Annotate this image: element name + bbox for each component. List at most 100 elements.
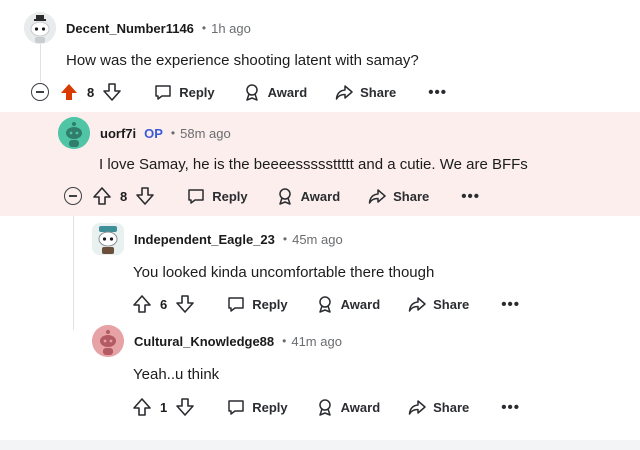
award-icon bbox=[318, 399, 331, 416]
more-options-button[interactable]: ••• bbox=[461, 188, 480, 205]
award-button[interactable]: Award bbox=[276, 187, 341, 205]
upvote-button[interactable] bbox=[59, 82, 79, 102]
avatar[interactable] bbox=[24, 12, 56, 44]
reply-icon bbox=[155, 85, 171, 100]
vote-score: 1 bbox=[160, 399, 168, 415]
upvote-icon bbox=[133, 398, 151, 416]
downvote-button[interactable] bbox=[175, 294, 195, 314]
comment-header: Cultural_Knowledge88 • 41m ago bbox=[92, 325, 342, 357]
avatar[interactable] bbox=[58, 117, 90, 149]
reply-label: Reply bbox=[252, 399, 288, 415]
username[interactable]: Independent_Eagle_23 bbox=[134, 232, 275, 247]
share-button[interactable]: Share bbox=[368, 187, 429, 205]
share-icon bbox=[408, 297, 426, 312]
separator-dot: • bbox=[170, 126, 176, 140]
upvote-button[interactable] bbox=[92, 186, 112, 206]
reply-button[interactable]: Reply bbox=[227, 398, 288, 416]
reply-button[interactable]: Reply bbox=[187, 187, 248, 205]
upvote-filled-icon bbox=[61, 84, 77, 100]
snoo-avatar-icon bbox=[92, 223, 124, 255]
page-bottom-edge bbox=[0, 440, 640, 450]
avatar[interactable] bbox=[92, 223, 124, 255]
downvote-button[interactable] bbox=[175, 397, 195, 417]
more-options-button[interactable]: ••• bbox=[501, 399, 520, 416]
snoo-avatar-icon bbox=[24, 12, 56, 44]
avatar[interactable] bbox=[92, 325, 124, 357]
username[interactable]: Decent_Number1146 bbox=[66, 21, 194, 36]
timestamp[interactable]: 45m ago bbox=[292, 232, 343, 247]
award-icon bbox=[318, 296, 331, 313]
more-options-button[interactable]: ••• bbox=[501, 296, 520, 313]
award-label: Award bbox=[300, 188, 341, 204]
share-label: Share bbox=[393, 188, 430, 204]
vote-score: 8 bbox=[87, 84, 95, 100]
award-button[interactable]: Award bbox=[316, 398, 381, 416]
reply-label: Reply bbox=[212, 188, 248, 204]
op-badge: OP bbox=[144, 125, 163, 141]
comment-body: You looked kinda uncomfortable there tho… bbox=[133, 264, 435, 281]
collapse-button[interactable] bbox=[64, 187, 82, 205]
award-icon bbox=[245, 84, 258, 101]
timestamp[interactable]: 41m ago bbox=[291, 334, 342, 349]
share-icon bbox=[408, 400, 426, 415]
downvote-button[interactable] bbox=[135, 186, 155, 206]
share-label: Share bbox=[433, 296, 470, 312]
reply-icon bbox=[228, 297, 244, 312]
reply-icon bbox=[228, 400, 244, 415]
comment-header: Decent_Number1146 • 1h ago bbox=[24, 12, 251, 44]
comment: Independent_Eagle_23 • 45m ago You looke… bbox=[0, 216, 640, 320]
comment-highlighted: uorf7i OP • 58m ago I love Samay, he is … bbox=[0, 112, 640, 216]
comment-actions: 8 Reply Award Share ••• bbox=[64, 184, 480, 208]
comment-header: Independent_Eagle_23 • 45m ago bbox=[92, 223, 343, 255]
share-icon bbox=[335, 85, 353, 100]
username[interactable]: Cultural_Knowledge88 bbox=[134, 334, 274, 349]
comment-body: I love Samay, he is the beeeesssssttttt … bbox=[99, 156, 528, 173]
downvote-icon bbox=[176, 398, 195, 416]
comment: Cultural_Knowledge88 • 41m ago Yeah..u t… bbox=[0, 320, 640, 440]
comment: Decent_Number1146 • 1h ago How was the e… bbox=[0, 0, 640, 112]
comment-body: Yeah..u think bbox=[133, 366, 220, 383]
reply-button[interactable]: Reply bbox=[154, 83, 215, 101]
award-button[interactable]: Award bbox=[243, 83, 308, 101]
timestamp[interactable]: 1h ago bbox=[211, 21, 251, 36]
reply-label: Reply bbox=[252, 296, 288, 312]
username[interactable]: uorf7i bbox=[100, 126, 136, 141]
reply-icon bbox=[188, 189, 204, 204]
snoo-avatar-icon bbox=[58, 117, 90, 149]
reply-button[interactable]: Reply bbox=[227, 295, 288, 313]
award-button[interactable]: Award bbox=[316, 295, 381, 313]
separator-dot: • bbox=[201, 21, 207, 35]
share-button[interactable]: Share bbox=[408, 398, 469, 416]
upvote-button[interactable] bbox=[132, 294, 152, 314]
downvote-icon bbox=[176, 295, 195, 313]
vote-score: 8 bbox=[120, 188, 128, 204]
upvote-button[interactable] bbox=[132, 397, 152, 417]
share-button[interactable]: Share bbox=[335, 83, 396, 101]
award-label: Award bbox=[340, 399, 381, 415]
share-button[interactable]: Share bbox=[408, 295, 469, 313]
share-label: Share bbox=[433, 399, 470, 415]
separator-dot: • bbox=[282, 232, 288, 246]
vote-score: 6 bbox=[160, 296, 168, 312]
award-label: Award bbox=[267, 84, 308, 100]
share-icon bbox=[368, 189, 386, 204]
more-options-button[interactable]: ••• bbox=[428, 84, 447, 101]
downvote-icon bbox=[103, 83, 122, 101]
award-icon bbox=[278, 188, 291, 205]
upvote-icon bbox=[133, 295, 151, 313]
share-label: Share bbox=[360, 84, 397, 100]
timestamp[interactable]: 58m ago bbox=[180, 126, 231, 141]
comment-actions: 8 Reply Award Share ••• bbox=[31, 80, 447, 104]
comment-header: uorf7i OP • 58m ago bbox=[58, 117, 231, 149]
comment-body: How was the experience shooting latent w… bbox=[66, 52, 419, 69]
downvote-icon bbox=[136, 187, 155, 205]
upvote-icon bbox=[93, 187, 111, 205]
collapse-button[interactable] bbox=[31, 83, 49, 101]
snoo-avatar-icon bbox=[92, 325, 124, 357]
award-label: Award bbox=[340, 296, 381, 312]
comment-actions: 1 Reply Award Share ••• bbox=[132, 395, 520, 419]
downvote-button[interactable] bbox=[102, 82, 122, 102]
comment-actions: 6 Reply Award Share ••• bbox=[132, 292, 520, 316]
separator-dot: • bbox=[282, 334, 287, 348]
reply-label: Reply bbox=[179, 84, 215, 100]
